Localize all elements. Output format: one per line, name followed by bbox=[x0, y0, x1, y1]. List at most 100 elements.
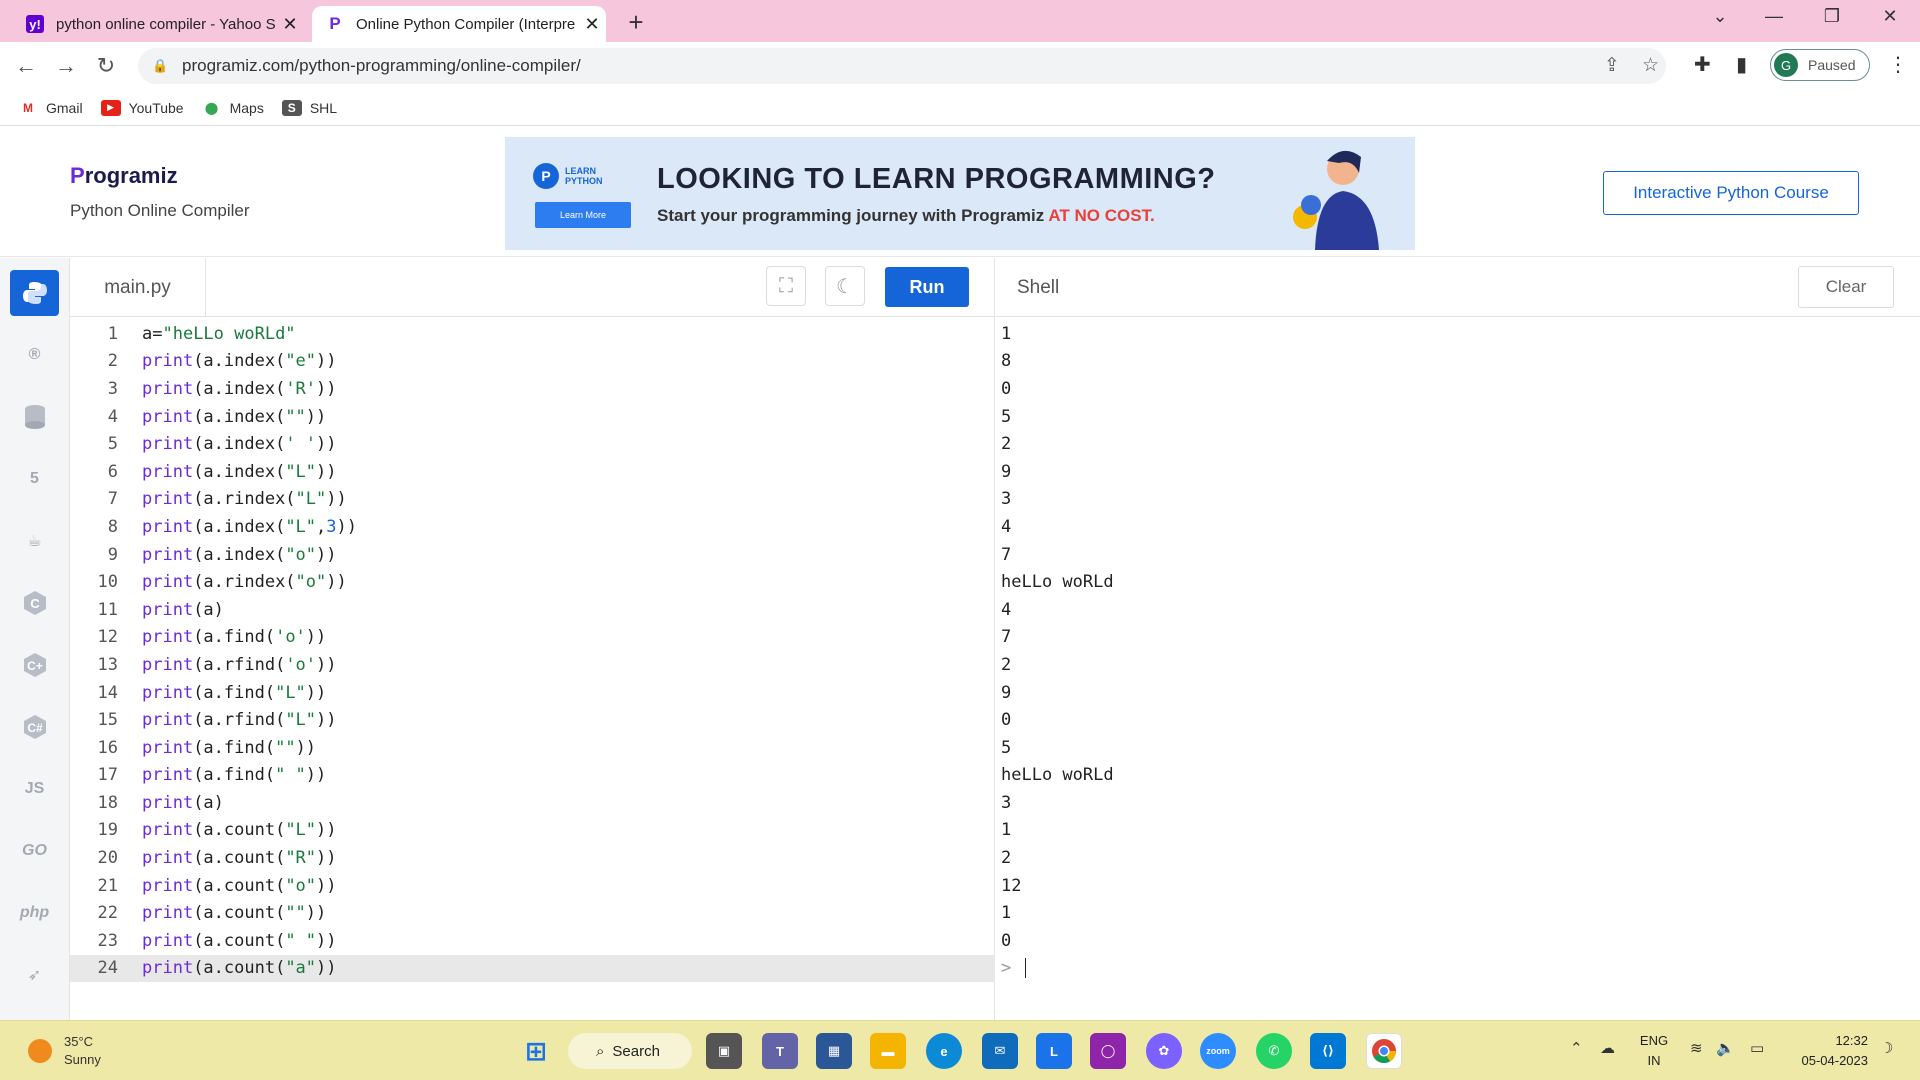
line-number: 18 bbox=[97, 792, 118, 813]
weather-widget[interactable]: 35°C Sunny bbox=[28, 1033, 101, 1069]
r-icon[interactable]: ® bbox=[10, 332, 59, 378]
java-icon[interactable]: ☕ bbox=[10, 518, 59, 564]
forward-icon[interactable]: → bbox=[50, 50, 82, 82]
cloud-icon[interactable]: ☁ bbox=[1600, 1039, 1615, 1057]
close-icon[interactable]: ✕ bbox=[276, 14, 304, 35]
browser-tab-programiz[interactable]: P Online Python Compiler (Interpre ✕ bbox=[312, 6, 606, 42]
csharp-icon[interactable]: C# bbox=[10, 704, 59, 750]
code-line[interactable]: 20 print(a.count("R")) bbox=[70, 844, 995, 872]
code-line[interactable]: 6 print(a.index("L")) bbox=[70, 458, 995, 486]
interactive-python-course-button[interactable]: Interactive Python Course bbox=[1603, 171, 1859, 215]
code-line[interactable]: 22 print(a.count("")) bbox=[70, 899, 995, 927]
line-number: 9 bbox=[107, 544, 118, 565]
c-icon[interactable]: C bbox=[10, 580, 59, 626]
back-icon[interactable]: ← bbox=[10, 50, 42, 82]
code-line[interactable]: 5 print(a.index(' ')) bbox=[70, 430, 995, 458]
swift-icon[interactable]: ➶ bbox=[10, 952, 59, 998]
code-line[interactable]: 23 print(a.count(" ")) bbox=[70, 927, 995, 955]
code-line[interactable]: 7 print(a.rindex("L")) bbox=[70, 486, 995, 514]
code-line[interactable]: 15 print(a.rfind("L")) bbox=[70, 706, 995, 734]
vscode-icon[interactable]: ⟨⟩ bbox=[1310, 1033, 1346, 1069]
code-line[interactable]: 2 print(a.index("e")) bbox=[70, 348, 995, 376]
bookmark-gmail[interactable]: M Gmail bbox=[18, 100, 83, 116]
code-line[interactable]: 8 print(a.index("L",3)) bbox=[70, 513, 995, 541]
bookmark-maps[interactable]: ⬤ Maps bbox=[202, 100, 264, 116]
output-line: 12 bbox=[1001, 875, 1022, 896]
address-bar[interactable]: 🔒 programiz.com/python-programming/onlin… bbox=[138, 48, 1666, 84]
windows-start-icon[interactable]: ⊞ bbox=[518, 1033, 554, 1069]
chrome-icon[interactable] bbox=[1366, 1033, 1402, 1069]
task-view-icon[interactable]: ▣ bbox=[706, 1033, 742, 1069]
code-text: print(a.index("e")) bbox=[142, 351, 337, 372]
edge-icon[interactable]: e bbox=[926, 1033, 962, 1069]
battery-icon[interactable]: ▭ bbox=[1750, 1039, 1764, 1057]
bookmark-youtube[interactable]: ▶ YouTube bbox=[100, 99, 184, 116]
share-icon[interactable]: ⇪ bbox=[1604, 54, 1620, 77]
html5-icon[interactable]: 5 bbox=[10, 456, 59, 502]
output-line: 3 bbox=[1001, 489, 1012, 510]
run-button[interactable]: Run bbox=[885, 267, 969, 307]
browser-tab-yahoo[interactable]: y! python online compiler - Yahoo S ✕ bbox=[14, 6, 304, 42]
mail-icon[interactable]: ✉ bbox=[982, 1033, 1018, 1069]
side-panel-icon[interactable]: ▮ bbox=[1736, 52, 1747, 77]
taskbar-search[interactable]: ⌕ Search bbox=[568, 1033, 692, 1069]
language-indicator[interactable]: ENG IN bbox=[1638, 1031, 1670, 1071]
close-icon[interactable]: ✕ bbox=[578, 14, 606, 35]
code-line[interactable]: 12 print(a.find('o')) bbox=[70, 624, 995, 652]
python-icon[interactable] bbox=[10, 270, 59, 316]
code-line[interactable]: 9 print(a.index("o")) bbox=[70, 541, 995, 569]
new-tab-icon[interactable]: + bbox=[620, 7, 652, 38]
code-line[interactable]: 17 print(a.find(" ")) bbox=[70, 762, 995, 790]
fullscreen-icon[interactable]: ⛶ bbox=[766, 266, 806, 306]
code-line[interactable]: 14 print(a.find("L")) bbox=[70, 679, 995, 707]
bookmark-shl[interactable]: S SHL bbox=[281, 99, 337, 116]
code-line[interactable]: 16 print(a.find("")) bbox=[70, 734, 995, 762]
file-tab-main[interactable]: main.py bbox=[70, 258, 206, 317]
code-line[interactable]: 19 print(a.count("L")) bbox=[70, 817, 995, 845]
chevron-up-icon[interactable]: ⌃ bbox=[1570, 1039, 1583, 1057]
ad-banner[interactable]: P LEARN PYTHON Learn More LOOKING TO LEAR… bbox=[505, 137, 1415, 250]
minimize-icon[interactable]: — bbox=[1754, 6, 1794, 27]
whatsapp-icon[interactable]: ✆ bbox=[1256, 1033, 1292, 1069]
programiz-logo[interactable]: Programiz bbox=[70, 163, 178, 189]
sql-icon[interactable] bbox=[10, 394, 59, 440]
wifi-icon[interactable]: ≋ bbox=[1690, 1039, 1703, 1057]
chevron-down-icon[interactable]: ⌄ bbox=[1700, 6, 1740, 27]
teams-icon[interactable]: T bbox=[762, 1033, 798, 1069]
window-close-icon[interactable]: ✕ bbox=[1870, 6, 1910, 27]
shell-prompt[interactable]: > bbox=[1001, 955, 1114, 983]
learn-more-button[interactable]: Learn More bbox=[535, 202, 631, 228]
php-icon[interactable]: php bbox=[10, 890, 59, 936]
clear-button[interactable]: Clear bbox=[1798, 266, 1894, 308]
code-line[interactable]: 1 a="heLLo woRLd" bbox=[70, 320, 995, 348]
app-photos-icon[interactable]: ✿ bbox=[1146, 1033, 1182, 1069]
store-icon[interactable]: ▦ bbox=[816, 1033, 852, 1069]
star-icon[interactable]: ☆ bbox=[1642, 54, 1659, 77]
code-line[interactable]: 11 print(a) bbox=[70, 596, 995, 624]
menu-icon[interactable]: ⋮ bbox=[1888, 52, 1908, 77]
code-line[interactable]: 3 print(a.index('R')) bbox=[70, 375, 995, 403]
code-line[interactable]: 18 print(a) bbox=[70, 789, 995, 817]
code-line[interactable]: 10 print(a.rindex("o")) bbox=[70, 568, 995, 596]
profile-button[interactable]: G Paused bbox=[1770, 49, 1870, 81]
app-l-icon[interactable]: L bbox=[1036, 1033, 1072, 1069]
code-line[interactable]: 13 print(a.rfind('o')) bbox=[70, 651, 995, 679]
clock[interactable]: 12:32 05-04-2023 bbox=[1788, 1031, 1869, 1071]
shell-output[interactable]: 1 8 0 5 2 9 3 4 7 heLLo woRLd 4 7 2 9 0 5 heLLo woRLd 3 1 2… bbox=[1001, 320, 1114, 982]
file-explorer-icon[interactable]: ▬ bbox=[870, 1033, 906, 1069]
javascript-icon[interactable]: JS bbox=[10, 766, 59, 812]
restore-icon[interactable]: ❐ bbox=[1812, 6, 1852, 27]
extensions-icon[interactable]: ✚ bbox=[1694, 52, 1711, 77]
code-area[interactable]: 1 a="heLLo woRLd" 2 print(a.index("e")) 3 pri… bbox=[70, 320, 995, 983]
cpp-icon[interactable]: C+ bbox=[10, 642, 59, 688]
zoom-icon[interactable]: zoom bbox=[1200, 1033, 1236, 1069]
code-line[interactable]: 24 print(a.count("a")) bbox=[70, 954, 995, 983]
go-icon[interactable]: GO bbox=[10, 828, 59, 874]
app-o-icon[interactable]: ◯ bbox=[1090, 1033, 1126, 1069]
volume-icon[interactable]: 🔈 bbox=[1716, 1039, 1735, 1057]
code-line[interactable]: 21 print(a.count("o")) bbox=[70, 872, 995, 900]
code-line[interactable]: 4 print(a.index("")) bbox=[70, 403, 995, 431]
reload-icon[interactable]: ↻ bbox=[90, 50, 122, 82]
notifications-icon[interactable]: ☽ bbox=[1880, 1039, 1893, 1057]
dark-mode-icon[interactable]: ☾ bbox=[825, 266, 865, 306]
